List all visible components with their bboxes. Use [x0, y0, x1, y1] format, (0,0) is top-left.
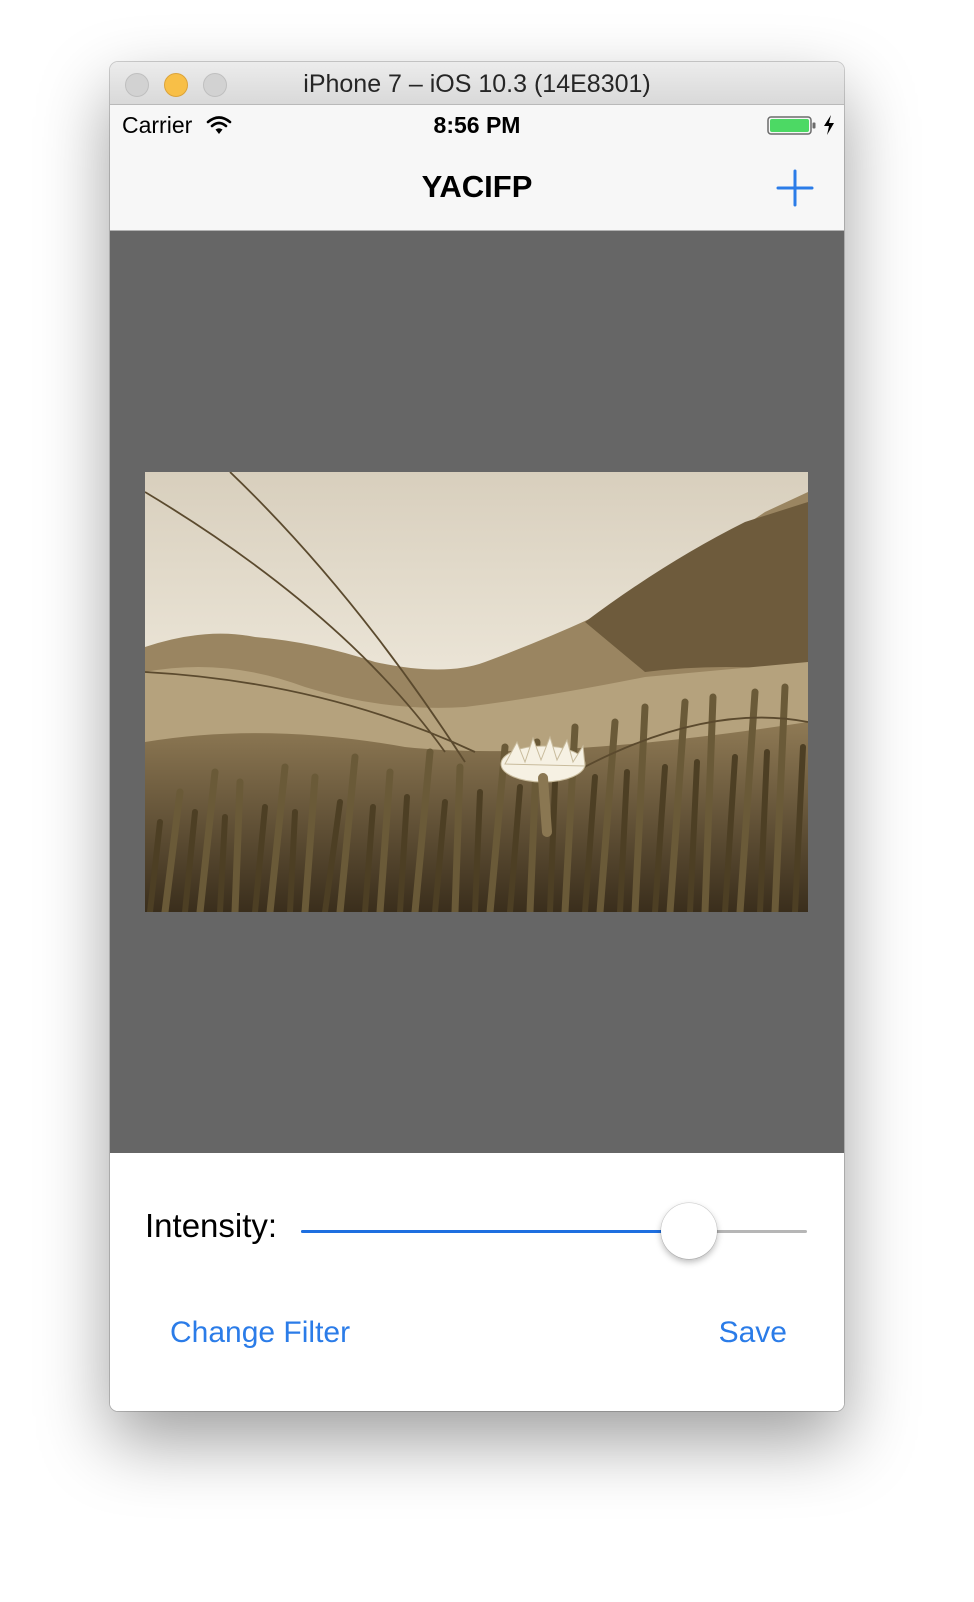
charging-bolt-icon	[824, 115, 834, 135]
save-button[interactable]: Save	[719, 1316, 787, 1350]
device-screen: Carrier 8:56 PM YACIFP Intensity: Change…	[110, 105, 844, 1411]
image-preview-area	[110, 231, 844, 1153]
battery-icon	[767, 116, 816, 135]
controls-panel: Intensity: Change Filter Save	[110, 1153, 844, 1411]
battery-level	[770, 119, 809, 132]
simulator-window: iPhone 7 – iOS 10.3 (14E8301) Carrier 8:…	[110, 62, 844, 1411]
nav-title: YACIFP	[421, 169, 533, 204]
navigation-bar: YACIFP	[110, 145, 844, 231]
change-filter-button[interactable]: Change Filter	[170, 1316, 350, 1350]
slider-thumb[interactable]	[661, 1203, 717, 1259]
status-bar: Carrier 8:56 PM	[110, 105, 844, 145]
status-time: 8:56 PM	[433, 112, 521, 138]
filtered-photo	[145, 472, 808, 912]
intensity-slider[interactable]	[301, 1201, 807, 1261]
slider-fill	[301, 1230, 689, 1233]
window-title: iPhone 7 – iOS 10.3 (14E8301)	[303, 70, 651, 98]
window-titlebar: iPhone 7 – iOS 10.3 (14E8301)	[110, 62, 844, 105]
add-plus-icon[interactable]	[774, 167, 816, 209]
intensity-label: Intensity:	[145, 1207, 278, 1244]
